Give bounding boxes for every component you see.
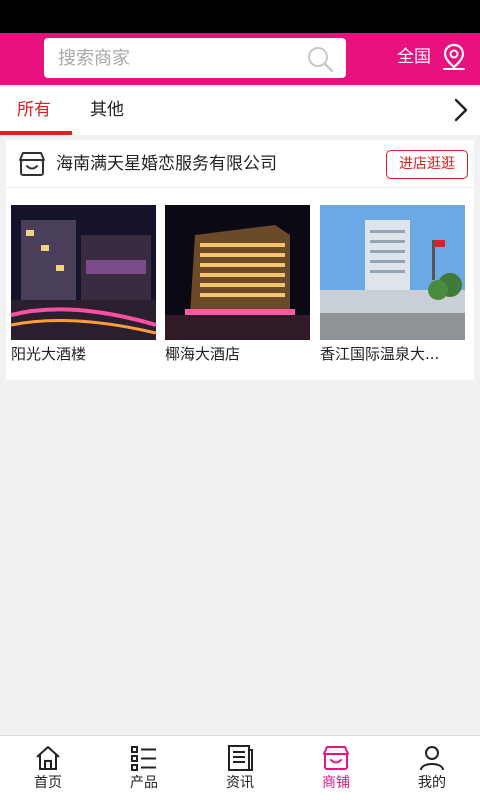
header: 搜索商家 全国	[0, 33, 480, 85]
home-icon	[36, 746, 60, 770]
nav-label: 产品	[130, 775, 158, 791]
shop-icon	[323, 746, 349, 770]
product-card[interactable]: 香江国际温泉大...	[320, 205, 465, 364]
tab-other[interactable]: 其他	[90, 99, 124, 121]
bottom-nav: 首页 产品 资讯 商铺 我的	[0, 735, 480, 800]
shop-card-header: 海南满天星婚恋服务有限公司 进店逛逛	[6, 140, 474, 188]
product-name[interactable]: 椰海大酒店	[165, 344, 305, 364]
tab-all[interactable]: 所有	[17, 99, 51, 121]
nav-news[interactable]: 资讯	[192, 736, 288, 800]
product-card[interactable]: 椰海大酒店	[165, 205, 310, 364]
tab-active-indicator	[0, 131, 72, 135]
location-icon[interactable]	[440, 42, 468, 72]
list-icon	[131, 746, 156, 771]
nav-label: 首页	[34, 775, 62, 791]
chevron-right-icon[interactable]	[450, 97, 472, 123]
search-placeholder: 搜索商家	[58, 48, 130, 69]
product-image[interactable]	[165, 205, 310, 340]
nav-label: 资讯	[226, 775, 254, 791]
store-icon	[19, 152, 45, 176]
product-name[interactable]: 香江国际温泉大...	[320, 344, 460, 364]
nav-label: 商铺	[322, 775, 350, 791]
product-name[interactable]: 阳光大酒楼	[11, 344, 151, 364]
user-icon	[420, 746, 444, 771]
visit-shop-button[interactable]: 进店逛逛	[386, 150, 468, 179]
shop-card[interactable]: 海南满天星婚恋服务有限公司 进店逛逛 阳光大酒楼 椰海大酒店 香江国际温泉大..…	[6, 140, 474, 380]
shop-name[interactable]: 海南满天星婚恋服务有限公司	[56, 153, 277, 175]
product-card[interactable]: 阳光大酒楼	[11, 205, 156, 364]
category-tabs: 所有 其他	[0, 85, 480, 135]
nav-label: 我的	[418, 775, 446, 791]
product-image[interactable]	[320, 205, 465, 340]
search-icon[interactable]	[306, 45, 334, 73]
nav-products[interactable]: 产品	[96, 736, 192, 800]
product-image[interactable]	[11, 205, 156, 340]
nav-profile[interactable]: 我的	[384, 736, 480, 800]
nav-home[interactable]: 首页	[0, 736, 96, 800]
news-icon	[228, 745, 253, 771]
nav-shops[interactable]: 商铺	[288, 736, 384, 800]
region-selector[interactable]: 全国	[397, 46, 431, 68]
status-bar	[0, 0, 480, 33]
search-input[interactable]: 搜索商家	[44, 38, 346, 78]
